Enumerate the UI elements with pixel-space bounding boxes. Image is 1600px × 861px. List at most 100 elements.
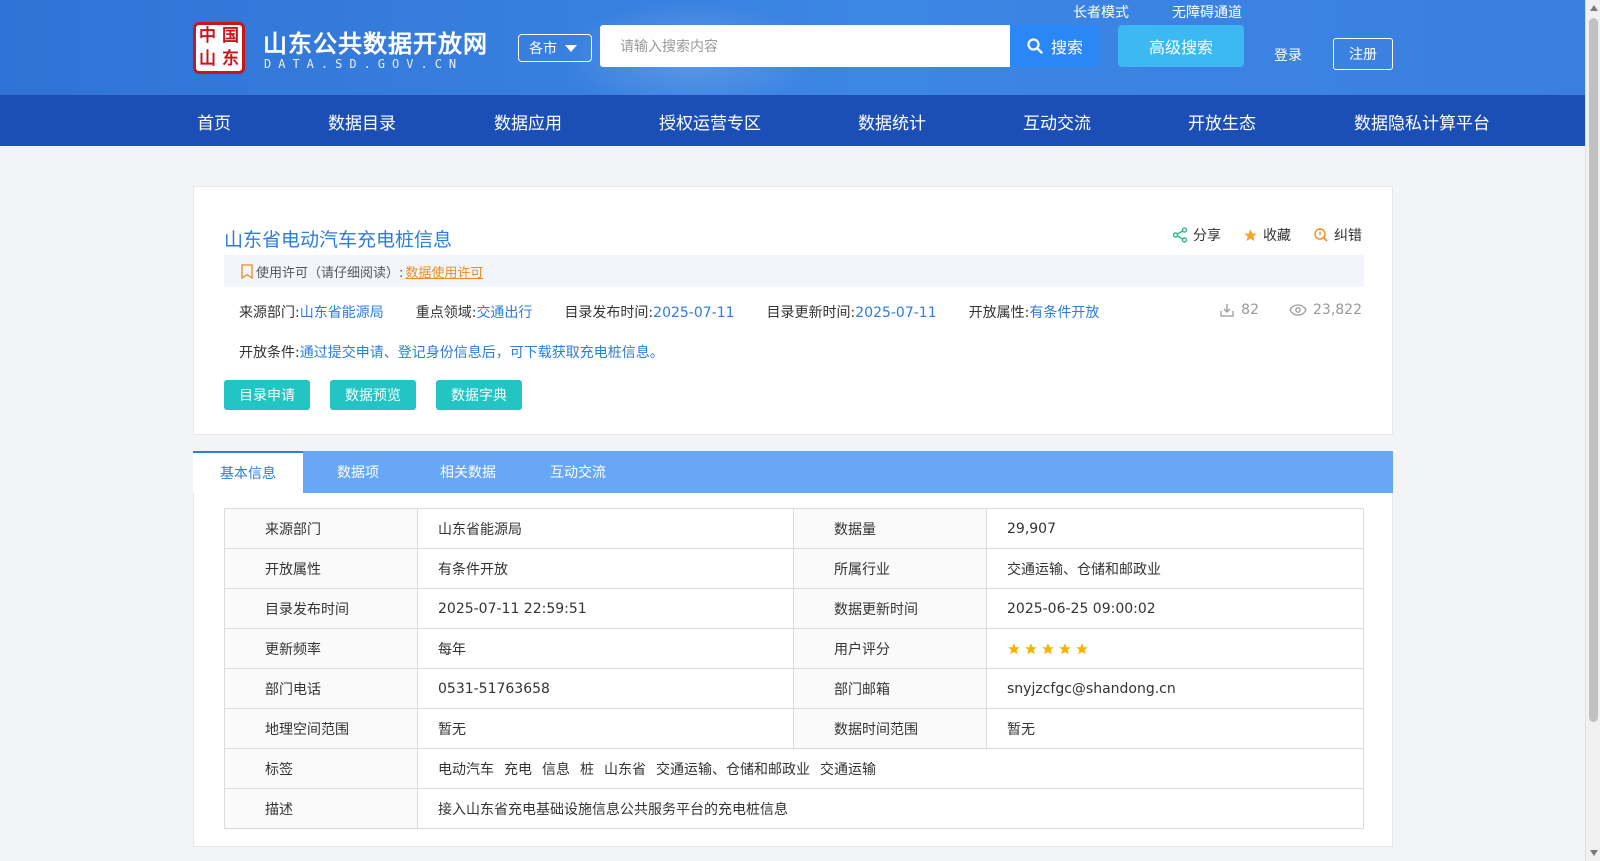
cell-value: 2025-06-25 09:00:02	[986, 588, 1364, 629]
nav-item-apps[interactable]: 数据应用	[494, 109, 562, 134]
tab-data-items[interactable]: 数据项	[303, 451, 413, 493]
meta-domain-value[interactable]: 交通出行	[476, 305, 532, 321]
tab-interaction[interactable]: 互动交流	[523, 451, 633, 493]
data-preview-button[interactable]: 数据预览	[330, 380, 416, 410]
register-button[interactable]: 注册	[1333, 38, 1393, 70]
city-select-label: 各市	[529, 41, 557, 57]
tag[interactable]: 桩	[580, 759, 594, 779]
accessibility-link[interactable]: 无障碍通道	[1172, 2, 1242, 22]
rating-stars	[1007, 642, 1343, 656]
description-value: 接入山东省充电基础设施信息公共服务平台的充电桩信息	[417, 788, 1364, 829]
dataset-buttons: 目录申请 数据预览 数据字典	[224, 380, 522, 410]
license-bar: 使用许可（请仔细阅读）: 数据使用许可	[224, 255, 1364, 287]
tab-basic-info[interactable]: 基本信息	[193, 451, 303, 493]
tag[interactable]: 交通运输、仓储和邮政业	[656, 759, 810, 779]
site-title[interactable]: 山东公共数据开放网	[263, 24, 488, 59]
report-error-button[interactable]: 纠错	[1313, 225, 1362, 245]
report-label: 纠错	[1334, 228, 1362, 244]
nav-item-home[interactable]: 首页	[197, 109, 231, 134]
share-button[interactable]: 分享	[1172, 225, 1221, 245]
cell-label: 数据量	[793, 508, 987, 549]
cell-value: 暂无	[417, 708, 794, 749]
star-icon	[1076, 642, 1088, 654]
meta-domain-label: 重点领域:	[415, 305, 477, 321]
view-count: 23,822	[1289, 302, 1362, 318]
cell-value: 山东省能源局	[417, 508, 794, 549]
search-input[interactable]: 请输入搜索内容	[600, 25, 1010, 67]
condition-label: 开放条件:	[239, 345, 300, 361]
nav-item-privacy-computing[interactable]: 数据隐私计算平台	[1354, 109, 1490, 134]
search-button-label: 搜索	[1050, 38, 1083, 57]
basic-info-table: 来源部门 山东省能源局 数据量 29,907 开放属性 有条件开放 所属行业 交…	[224, 508, 1364, 829]
favorite-button[interactable]: 收藏	[1243, 225, 1291, 245]
city-select[interactable]: 各市	[518, 34, 592, 62]
meta-source-value[interactable]: 山东省能源局	[300, 305, 384, 321]
tag[interactable]: 交通运输	[820, 759, 876, 779]
nav-item-catalog[interactable]: 数据目录	[328, 109, 396, 134]
site-logo-seal[interactable]: 中 国 山 东	[193, 22, 245, 74]
table-row: 更新频率 每年 用户评分	[224, 628, 1364, 669]
dataset-actions: 分享 收藏 纠错	[1172, 225, 1362, 245]
license-link[interactable]: 数据使用许可	[405, 262, 483, 281]
data-dictionary-button[interactable]: 数据字典	[436, 380, 522, 410]
cell-label: 用户评分	[793, 628, 987, 669]
download-count: 82	[1219, 302, 1259, 318]
meta-source-label: 来源部门:	[239, 305, 300, 321]
cell-label: 更新频率	[224, 628, 418, 669]
search-button[interactable]: 搜索	[1010, 25, 1100, 67]
scrollbar-thumb[interactable]	[1589, 18, 1598, 722]
cell-label: 地理空间范围	[224, 708, 418, 749]
eye-icon	[1289, 304, 1307, 316]
tag[interactable]: 充电	[504, 759, 532, 779]
caret-down-icon	[565, 44, 577, 52]
favorite-label: 收藏	[1263, 228, 1291, 244]
nav-item-interaction[interactable]: 互动交流	[1023, 109, 1091, 134]
table-row: 标签 电动汽车 充电 信息 桩 山东省 交通运输、仓储和邮政业 交通运输	[224, 748, 1364, 789]
tag[interactable]: 山东省	[604, 759, 646, 779]
cell-value: 2025-07-11 22:59:51	[417, 588, 794, 629]
cell-value: 暂无	[986, 708, 1364, 749]
open-condition: 开放条件:通过提交申请、登记身份信息后，可下载获取充电桩信息。	[239, 342, 664, 362]
star-icon	[1025, 642, 1037, 654]
tag[interactable]: 电动汽车	[438, 759, 494, 779]
login-link[interactable]: 登录	[1274, 45, 1302, 65]
dataset-summary-card: 山东省电动汽车充电桩信息 分享 收藏 纠错 使用许可（请仔细阅读）: 数据使用许…	[193, 186, 1393, 435]
dataset-meta: 来源部门:山东省能源局 重点领域:交通出行 目录发布时间:2025-07-11 …	[239, 302, 1099, 322]
view-count-value: 23,822	[1313, 302, 1362, 318]
advanced-search-button[interactable]: 高级搜索	[1118, 25, 1244, 67]
main-nav: 首页 数据目录 数据应用 授权运营专区 数据统计 互动交流 开放生态 数据隐私计…	[0, 95, 1585, 146]
tab-related-data[interactable]: 相关数据	[413, 451, 523, 493]
scroll-down-arrow-icon[interactable]	[1590, 850, 1598, 856]
page-scrollbar[interactable]	[1585, 0, 1600, 861]
star-icon	[1042, 642, 1054, 654]
catalog-apply-button[interactable]: 目录申请	[224, 380, 310, 410]
nav-item-statistics[interactable]: 数据统计	[858, 109, 926, 134]
bookmark-icon	[241, 263, 253, 279]
cell-label: 描述	[224, 788, 418, 829]
nav-item-authorized-ops[interactable]: 授权运营专区	[659, 109, 761, 134]
site-header: 中 国 山 东 山东公共数据开放网 DATA.SD.GOV.CN 各市 请输入搜…	[0, 0, 1585, 95]
basic-info-panel: 来源部门 山东省能源局 数据量 29,907 开放属性 有条件开放 所属行业 交…	[193, 493, 1393, 847]
table-row: 描述 接入山东省充电基础设施信息公共服务平台的充电桩信息	[224, 788, 1364, 829]
meta-update-label: 目录更新时间:	[766, 305, 856, 321]
error-report-icon	[1314, 228, 1328, 242]
cell-label: 标签	[224, 748, 418, 789]
share-label: 分享	[1193, 228, 1221, 244]
cell-label: 目录发布时间	[224, 588, 418, 629]
seal-char: 东	[222, 49, 239, 69]
nav-item-ecosystem[interactable]: 开放生态	[1188, 109, 1256, 134]
cell-label: 开放属性	[224, 548, 418, 589]
cell-label: 数据更新时间	[793, 588, 987, 629]
star-icon	[1059, 642, 1071, 654]
tag[interactable]: 信息	[542, 759, 570, 779]
star-icon	[1008, 642, 1020, 654]
detail-tabs: 基本信息 数据项 相关数据 互动交流	[193, 451, 1393, 493]
cell-label: 来源部门	[224, 508, 418, 549]
tags-cell: 电动汽车 充电 信息 桩 山东省 交通运输、仓储和邮政业 交通运输	[417, 748, 1364, 789]
elder-mode-link[interactable]: 长者模式	[1073, 2, 1129, 22]
dataset-title: 山东省电动汽车充电桩信息	[224, 229, 453, 251]
scroll-up-arrow-icon[interactable]	[1590, 5, 1598, 11]
cell-label: 部门邮箱	[793, 668, 987, 709]
table-row: 部门电话 0531-51763658 部门邮箱 snyjzcfgc@shando…	[224, 668, 1364, 709]
meta-open-value: 有条件开放	[1029, 305, 1100, 321]
